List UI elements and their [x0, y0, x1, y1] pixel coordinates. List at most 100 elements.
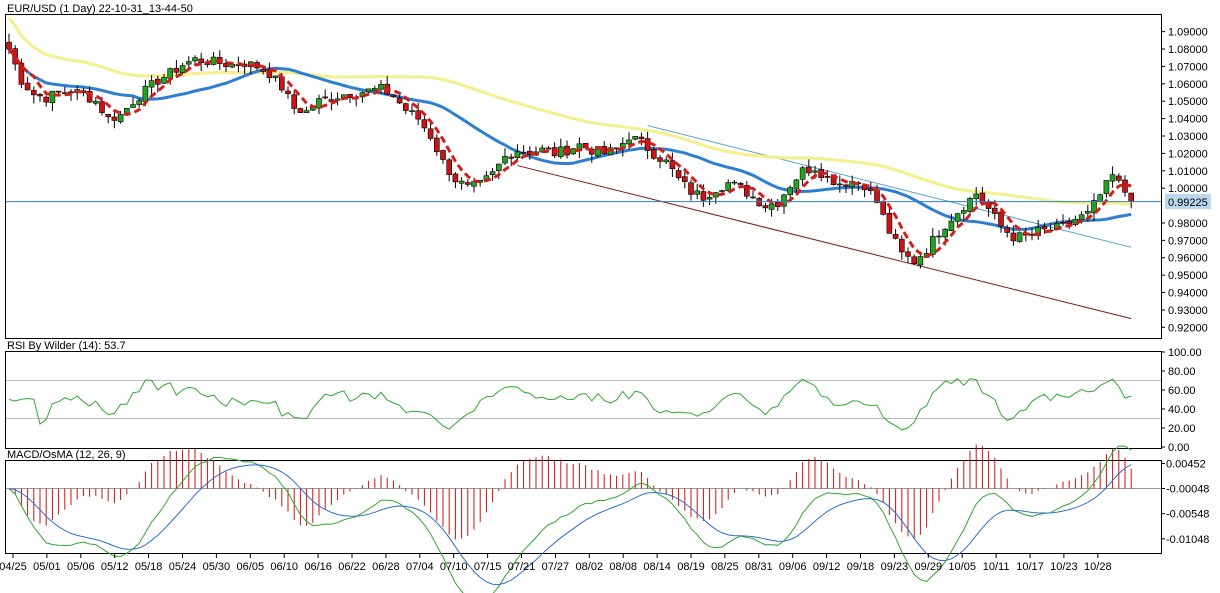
candle-body [446, 159, 453, 175]
candle-body [117, 114, 124, 123]
candle-body [979, 192, 986, 203]
candle-body [1066, 220, 1072, 225]
x-tick-label: 08/25 [711, 561, 739, 573]
x-tick-label: 09/12 [813, 561, 841, 573]
y-tick-label: 0.92000 [1168, 322, 1208, 334]
candle-body [1010, 232, 1017, 242]
x-tick-label: 07/10 [440, 561, 468, 573]
candle-body [836, 183, 843, 186]
candle-body [799, 167, 806, 180]
candle-body [272, 75, 279, 78]
candle-body [1078, 214, 1085, 220]
candle-body [458, 180, 465, 184]
candle-body [440, 150, 446, 160]
y-tick-label: 1.06000 [1168, 79, 1208, 91]
candle-body [663, 159, 670, 163]
candle-body [675, 170, 682, 179]
candle-body [489, 171, 496, 176]
candle-body [706, 197, 713, 200]
candle-body [644, 138, 651, 151]
rsi-axis: 100.00 80.00 60.00 40.00 20.00 0.00 [1161, 347, 1202, 454]
candle-body [514, 151, 521, 158]
candle-body [421, 119, 428, 129]
x-tick-label: 09/23 [881, 561, 909, 573]
candle-body [762, 205, 769, 209]
y-tick-label: 0.00 [1168, 442, 1189, 454]
x-tick-label: 09/29 [915, 561, 943, 573]
candle-body [105, 114, 111, 118]
candle-body [681, 176, 688, 183]
candle-body [402, 103, 409, 111]
candle-body [148, 80, 155, 88]
y-tick-label: 80.00 [1168, 366, 1196, 378]
candle-body [942, 228, 949, 238]
candle-body [30, 90, 37, 96]
candle-body [929, 236, 936, 255]
x-tick-label: 09/06 [779, 561, 807, 573]
rsi-panel [5, 351, 1162, 449]
candle-body [967, 198, 973, 212]
x-tick-label: 08/02 [576, 561, 604, 573]
candle-body [55, 90, 62, 93]
candle-body [365, 88, 372, 93]
y-tick-label: 0.93000 [1168, 305, 1208, 317]
candle-body [688, 182, 694, 195]
x-tick-label: 05/18 [135, 561, 163, 573]
x-tick-label: 06/16 [304, 561, 332, 573]
candle-body [1128, 192, 1134, 202]
candle-body [520, 151, 527, 154]
candle-body [291, 94, 298, 109]
candle-body [768, 203, 775, 210]
x-tick-label: 09/18 [847, 561, 875, 573]
candle-body [824, 176, 831, 178]
x-tick-label: 08/19 [677, 561, 705, 573]
candle-body [650, 148, 657, 159]
x-tick-label: 08/08 [609, 561, 637, 573]
macd-axis: 0.00452 -0.00048 -0.00548 -0.01048 [1161, 458, 1209, 546]
y-tick-label: 0.95000 [1168, 270, 1208, 282]
y-tick-label: 40.00 [1168, 404, 1196, 416]
candle-body [638, 136, 645, 140]
candle-body [917, 256, 924, 266]
candle-body [545, 147, 552, 150]
candle-body [750, 196, 756, 199]
candle-body [1004, 227, 1011, 233]
candle-body [669, 160, 676, 170]
candle-body [198, 58, 204, 63]
candle-body [657, 157, 663, 162]
candle-body [719, 190, 725, 192]
chart: 1.09000 1.08000 1.07000 1.06000 1.05000 1.040… [0, 3, 1211, 593]
candle-body [409, 110, 415, 113]
candle-body [37, 94, 43, 97]
x-tick-label: 05/06 [67, 561, 95, 573]
candle-body [495, 163, 502, 172]
candle-body [136, 100, 142, 105]
candle-body [843, 184, 849, 187]
x-tick-label: 10/05 [948, 561, 976, 573]
candle-body [155, 78, 161, 85]
candle-body [347, 94, 353, 98]
candle-body [433, 137, 440, 153]
macd-title: MACD/OsMA (12, 26, 9) [7, 449, 126, 461]
x-tick-label: 06/05 [237, 561, 265, 573]
candle-body [390, 94, 397, 97]
price-chart-title: EUR/USD (1 Day) 22-10-31_13-44-50 [7, 3, 193, 15]
x-tick-label: 10/23 [1050, 561, 1078, 573]
candle-body [1097, 194, 1103, 202]
candle-body [167, 68, 173, 79]
candle-body [452, 173, 459, 183]
y-tick-label: 1.04000 [1168, 114, 1208, 126]
last-price-label: 0.99225 [1168, 197, 1208, 209]
x-tick-label: 05/12 [101, 561, 129, 573]
x-tick-label: 04/25 [0, 561, 27, 573]
candle-body [1016, 232, 1023, 242]
candle-body [1116, 175, 1122, 181]
candle-body [254, 62, 260, 69]
candle-body [1060, 222, 1066, 224]
x-tick-label: 06/22 [338, 561, 366, 573]
price-axis: 1.09000 1.08000 1.07000 1.06000 1.05000 1.040… [1161, 27, 1208, 334]
y-tick-label: 1.05000 [1168, 96, 1208, 108]
candle-body [161, 77, 167, 84]
y-tick-label: 1.07000 [1168, 61, 1208, 73]
y-tick-label: 20.00 [1168, 423, 1196, 435]
